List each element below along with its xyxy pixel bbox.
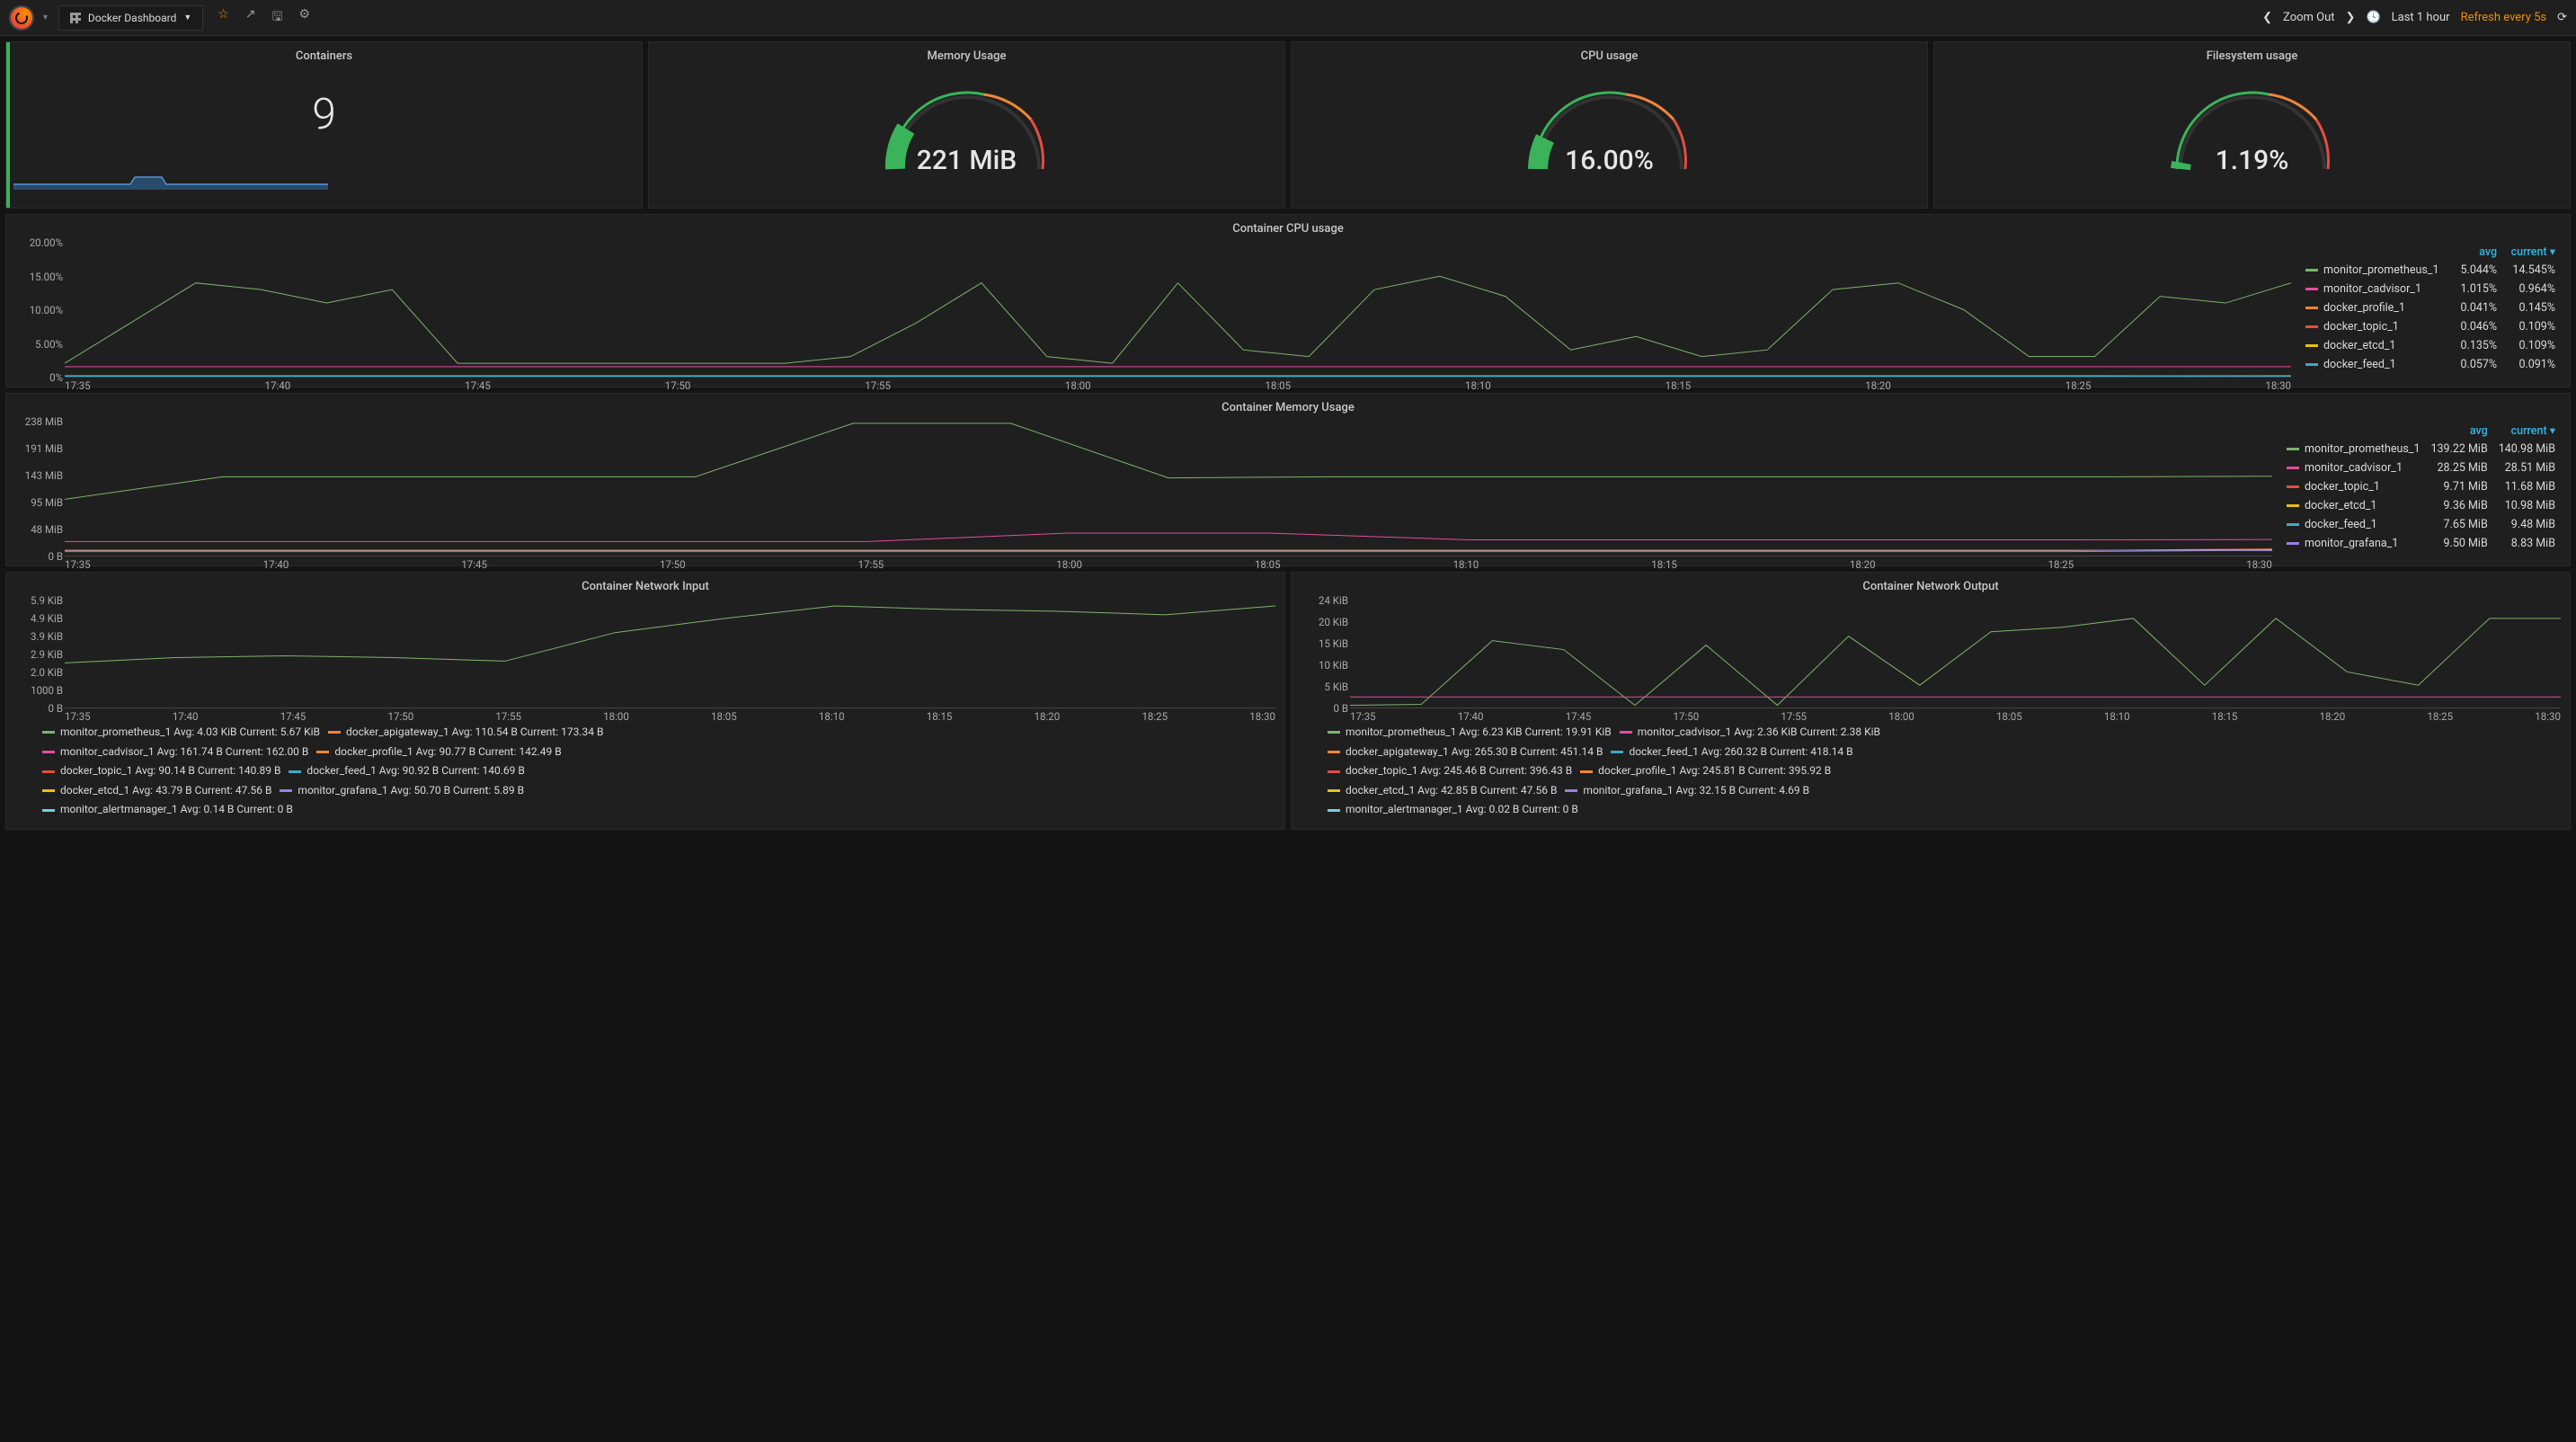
cpu-chart-plot[interactable]: 0%5.00%10.00%15.00%20.00% 17:3517:4017:4…	[15, 243, 2291, 378]
legend-row[interactable]: docker_etcd_10.135%0.109%	[2300, 336, 2561, 355]
panel-title: Container Network Output	[1292, 573, 2570, 601]
legend-item[interactable]: docker_topic_1 Avg: 90.14 B Current: 140…	[42, 764, 280, 777]
panel-network-output[interactable]: Container Network Output 0 B5 KiB10 KiB1…	[1291, 572, 2571, 830]
panel-title: Container Network Input	[6, 573, 1284, 601]
panel-title: Filesystem usage	[1934, 42, 2570, 70]
panel-title: Container CPU usage	[6, 215, 2570, 243]
legend-row[interactable]: monitor_cadvisor_11.015%0.964%	[2300, 280, 2561, 298]
panel-title: CPU usage	[1292, 42, 1927, 70]
legend-item[interactable]: docker_feed_1 Avg: 260.32 B Current: 418…	[1611, 745, 1852, 758]
legend-item[interactable]: monitor_grafana_1 Avg: 32.15 B Current: …	[1565, 784, 1809, 797]
legend-row[interactable]: monitor_prometheus_15.044%14.545%	[2300, 261, 2561, 280]
legend-header[interactable]: current ▾	[2493, 422, 2561, 440]
containers-count: 9	[6, 88, 642, 139]
dashboard-icon	[70, 13, 81, 23]
panel-cpu-usage[interactable]: CPU usage 16.00%	[1291, 41, 1928, 209]
legend-header[interactable]: current ▾	[2502, 243, 2561, 261]
legend-item[interactable]: monitor_cadvisor_1 Avg: 161.74 B Current…	[42, 745, 308, 758]
legend-item[interactable]: docker_etcd_1 Avg: 42.85 B Current: 47.5…	[1328, 784, 1557, 797]
legend-header[interactable]: avg	[2453, 243, 2503, 261]
settings-icon[interactable]: ⚙	[299, 7, 311, 29]
panel-container-cpu[interactable]: Container CPU usage 0%5.00%10.00%15.00%2…	[5, 214, 2571, 387]
panel-title: Containers	[6, 42, 642, 70]
legend-item[interactable]: monitor_alertmanager_1 Avg: 0.02 B Curre…	[1328, 803, 1578, 815]
panel-title: Container Memory Usage	[6, 394, 2570, 422]
netout-chart-plot[interactable]: 0 B5 KiB10 KiB15 KiB20 KiB24 KiB 17:3517…	[1301, 601, 2561, 708]
dashboard-title: Docker Dashboard	[88, 12, 176, 24]
grafana-logo[interactable]	[9, 5, 34, 31]
netin-legend: monitor_prometheus_1 Avg: 4.03 KiB Curre…	[6, 717, 1284, 829]
legend-item[interactable]: monitor_prometheus_1 Avg: 6.23 KiB Curre…	[1328, 725, 1612, 738]
share-icon[interactable]: ↗	[245, 7, 256, 29]
netout-legend: monitor_prometheus_1 Avg: 6.23 KiB Curre…	[1292, 717, 2570, 829]
dashboard-selector[interactable]: Docker Dashboard ▼	[58, 5, 203, 31]
zoom-prev-icon[interactable]: ❮	[2262, 11, 2272, 24]
panel-memory-usage[interactable]: Memory Usage 221 MiB	[648, 41, 1285, 209]
gauge-value: 221 MiB	[649, 145, 1284, 176]
zoom-out-button[interactable]: Zoom Out	[2283, 11, 2334, 24]
legend-item[interactable]: docker_feed_1 Avg: 90.92 B Current: 140.…	[289, 764, 524, 777]
legend-row[interactable]: monitor_prometheus_1139.22 MiB140.98 MiB	[2281, 440, 2561, 458]
menu-caret-icon[interactable]: ▼	[41, 13, 49, 22]
refresh-icon[interactable]: ⟳	[2557, 11, 2567, 24]
legend-row[interactable]: docker_feed_17.65 MiB9.48 MiB	[2281, 515, 2561, 534]
legend-row[interactable]: monitor_grafana_19.50 MiB8.83 MiB	[2281, 534, 2561, 553]
legend-item[interactable]: monitor_alertmanager_1 Avg: 0.14 B Curre…	[42, 803, 293, 815]
panel-network-input[interactable]: Container Network Input 0 B1000 B2.0 KiB…	[5, 572, 1285, 830]
netin-chart-plot[interactable]: 0 B1000 B2.0 KiB2.9 KiB3.9 KiB4.9 KiB5.9…	[15, 601, 1275, 708]
legend-row[interactable]: docker_profile_10.041%0.145%	[2300, 298, 2561, 317]
cpu-chart-legend: avgcurrent ▾monitor_prometheus_15.044%14…	[2291, 243, 2561, 378]
sparkline	[13, 165, 328, 190]
gauge-value: 16.00%	[1292, 145, 1927, 176]
legend-item[interactable]: docker_profile_1 Avg: 90.77 B Current: 1…	[316, 745, 561, 758]
legend-item[interactable]: monitor_grafana_1 Avg: 50.70 B Current: …	[280, 784, 524, 797]
save-icon[interactable]: 🖫	[272, 7, 283, 29]
legend-item[interactable]: monitor_cadvisor_1 Avg: 2.36 KiB Current…	[1620, 725, 1880, 738]
zoom-next-icon[interactable]: ❯	[2346, 11, 2356, 24]
legend-row[interactable]: docker_feed_10.057%0.091%	[2300, 355, 2561, 374]
legend-row[interactable]: docker_etcd_19.36 MiB10.98 MiB	[2281, 496, 2561, 515]
panel-containers[interactable]: Containers 9	[5, 41, 643, 209]
legend-item[interactable]: docker_apigateway_1 Avg: 110.54 B Curren…	[328, 725, 604, 738]
clock-icon: 🕓	[2366, 11, 2380, 24]
legend-row[interactable]: monitor_cadvisor_128.25 MiB28.51 MiB	[2281, 458, 2561, 477]
legend-item[interactable]: monitor_prometheus_1 Avg: 4.03 KiB Curre…	[42, 725, 320, 738]
star-icon[interactable]: ☆	[218, 7, 229, 29]
memory-chart-legend: avgcurrent ▾monitor_prometheus_1139.22 M…	[2272, 422, 2561, 556]
panel-container-memory[interactable]: Container Memory Usage 0 B48 MiB95 MiB14…	[5, 393, 2571, 566]
legend-row[interactable]: docker_topic_10.046%0.109%	[2300, 317, 2561, 336]
legend-item[interactable]: docker_apigateway_1 Avg: 265.30 B Curren…	[1328, 745, 1603, 758]
panel-title: Memory Usage	[649, 42, 1284, 70]
gauge-value: 1.19%	[1934, 145, 2570, 176]
refresh-interval[interactable]: Refresh every 5s	[2461, 11, 2547, 24]
legend-item[interactable]: docker_profile_1 Avg: 245.81 B Current: …	[1580, 764, 1831, 777]
legend-item[interactable]: docker_etcd_1 Avg: 43.79 B Current: 47.5…	[42, 784, 271, 797]
panel-filesystem-usage[interactable]: Filesystem usage 1.19%	[1933, 41, 2571, 209]
legend-item[interactable]: docker_topic_1 Avg: 245.46 B Current: 39…	[1328, 764, 1572, 777]
memory-chart-plot[interactable]: 0 B48 MiB95 MiB143 MiB191 MiB238 MiB 17:…	[15, 422, 2272, 556]
legend-row[interactable]: docker_topic_19.71 MiB11.68 MiB	[2281, 477, 2561, 496]
chevron-down-icon: ▼	[183, 13, 191, 22]
legend-header[interactable]: avg	[2425, 422, 2492, 440]
time-range[interactable]: Last 1 hour	[2392, 11, 2450, 24]
top-toolbar: ▼ Docker Dashboard ▼ ☆ ↗ 🖫 ⚙ ❮ Zoom Out …	[0, 0, 2576, 36]
